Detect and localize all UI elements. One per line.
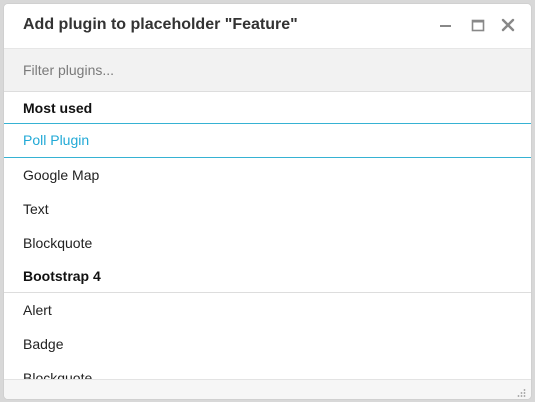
add-plugin-dialog: Add plugin to placeholder "Feature" Most… — [3, 3, 532, 400]
plugin-item-badge[interactable]: Badge — [4, 327, 531, 361]
filter-plugins-input[interactable] — [4, 49, 531, 91]
minimize-icon — [440, 25, 451, 27]
close-button[interactable] — [498, 15, 518, 35]
dialog-footer — [4, 379, 531, 399]
plugin-item-alert[interactable]: Alert — [4, 293, 531, 327]
dialog-header[interactable]: Add plugin to placeholder "Feature" — [4, 4, 531, 49]
filter-bar — [4, 49, 531, 92]
plugin-item-poll-plugin[interactable]: Poll Plugin — [4, 124, 531, 158]
plugin-item-blockquote[interactable]: Blockquote — [4, 226, 531, 260]
resize-handle[interactable] — [516, 385, 526, 397]
section-heading-bootstrap-4: Bootstrap 4 — [4, 260, 531, 293]
minimize-button[interactable] — [436, 15, 456, 35]
close-icon — [501, 18, 515, 32]
plugin-item-google-map[interactable]: Google Map — [4, 158, 531, 192]
maximize-icon — [471, 19, 485, 32]
resize-grip-icon — [517, 389, 526, 397]
maximize-button[interactable] — [468, 15, 488, 35]
plugin-list[interactable]: Most used Poll Plugin Google Map Text Bl… — [4, 92, 531, 381]
section-heading-most-used: Most used — [4, 92, 531, 124]
plugin-item-text[interactable]: Text — [4, 192, 531, 226]
dialog-title: Add plugin to placeholder "Feature" — [23, 16, 298, 33]
plugin-item-bootstrap-blockquote[interactable]: Blockquote — [4, 361, 531, 381]
